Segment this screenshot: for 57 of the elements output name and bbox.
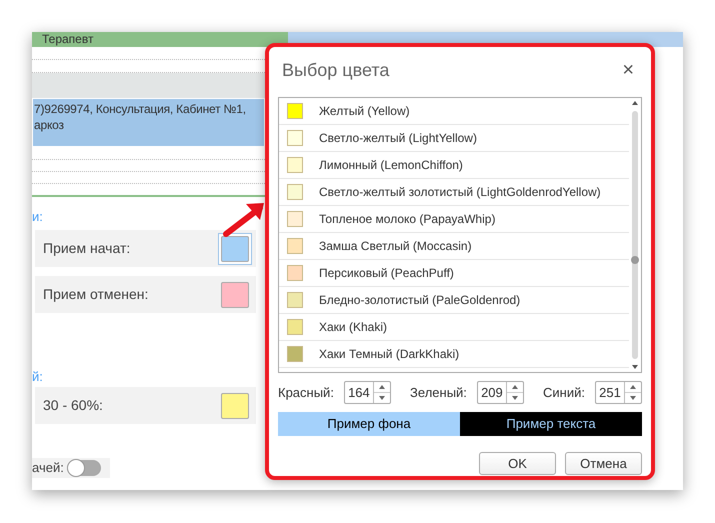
- dialog-button[interactable]: Отмена: [565, 452, 642, 475]
- scroll-down-icon[interactable]: [632, 365, 638, 369]
- color-name: Хаки Темный (DarkKhaki): [319, 346, 460, 363]
- channel-label: Зеленый:: [410, 384, 467, 402]
- scroll-thumb[interactable]: [631, 256, 639, 264]
- color-name: Бледно-золотистый (PaleGoldenrod): [319, 292, 520, 309]
- channel-label: Красный:: [278, 384, 334, 402]
- number-input[interactable]: 251: [596, 382, 624, 403]
- color-name: Лимонный (LemonChiffon): [319, 157, 463, 174]
- dialog-button[interactable]: OK: [479, 452, 556, 475]
- appointment-text: аркоз: [34, 117, 64, 133]
- text-preview: Пример текста: [460, 412, 642, 436]
- color-list-item[interactable]: Лимонный (LemonChiffon): [279, 152, 629, 179]
- column-header: Терапевт: [32, 32, 288, 47]
- color-list-item[interactable]: Хаки (Khaki): [279, 314, 629, 341]
- section-label: й:: [32, 368, 43, 385]
- color-name: Светло-желтый золотистый (LightGoldenrodYellow): [319, 184, 601, 201]
- color-list-item[interactable]: Замша Светлый (Moccasin): [279, 233, 629, 260]
- color-swatch[interactable]: [221, 236, 249, 262]
- number-spinner[interactable]: 251: [595, 381, 642, 404]
- color-list-item[interactable]: Персиковый (PeachPuff): [279, 260, 629, 287]
- setting-label: Прием начат:: [43, 239, 130, 258]
- spin-up-icon[interactable]: [378, 385, 385, 389]
- spin-down-icon[interactable]: [378, 396, 385, 400]
- color-list-item[interactable]: Светло-желтый золотистый (LightGoldenrodYellow): [279, 179, 629, 206]
- color-swatch[interactable]: [221, 282, 249, 308]
- setting-label: Прием отменен:: [43, 285, 148, 304]
- channel-label: Синий:: [543, 384, 585, 402]
- color-list-item[interactable]: Светло-желтый (LightYellow): [279, 125, 629, 152]
- color-name: Светло-желтый (LightYellow): [319, 130, 477, 147]
- number-input[interactable]: 164: [344, 382, 373, 403]
- toggle-switch[interactable]: [66, 460, 101, 476]
- color-list-item[interactable]: Хаки Темный (DarkKhaki): [279, 341, 629, 368]
- spin-up-icon[interactable]: [630, 385, 636, 389]
- color-list-item[interactable]: Желтый (Yellow): [279, 98, 629, 125]
- color-name: Желтый (Yellow): [319, 103, 410, 120]
- dialog-title: Выбор цвета: [281, 58, 390, 82]
- spin-down-icon[interactable]: [512, 396, 518, 400]
- background-preview: Пример фона: [278, 412, 460, 436]
- toggle-label: ачей:: [32, 459, 64, 478]
- scroll-up-icon[interactable]: [632, 101, 638, 105]
- appointment-text: 7)9269974, Консультация, Кабинет №1,: [34, 101, 246, 117]
- color-list-item[interactable]: Бледно-золотистый (PaleGoldenrod): [279, 287, 629, 314]
- color-name: Персиковый (PeachPuff): [319, 265, 454, 282]
- color-name: Топленое молоко (PapayaWhip): [319, 211, 496, 228]
- section-label: и:: [32, 208, 43, 225]
- spin-up-icon[interactable]: [512, 385, 518, 389]
- setting-label: 30 - 60%:: [43, 396, 103, 415]
- close-button[interactable]: ×: [622, 60, 642, 80]
- color-list-item[interactable]: Топленое молоко (PapayaWhip): [279, 206, 629, 233]
- color-swatch[interactable]: [221, 392, 249, 418]
- color-name: Замша Светлый (Moccasin): [319, 238, 472, 255]
- spin-down-icon[interactable]: [630, 396, 636, 400]
- number-input[interactable]: 209: [478, 382, 506, 403]
- number-spinner[interactable]: 209: [476, 381, 524, 404]
- color-name: Хаки (Khaki): [319, 319, 387, 336]
- number-spinner[interactable]: 164: [344, 381, 391, 404]
